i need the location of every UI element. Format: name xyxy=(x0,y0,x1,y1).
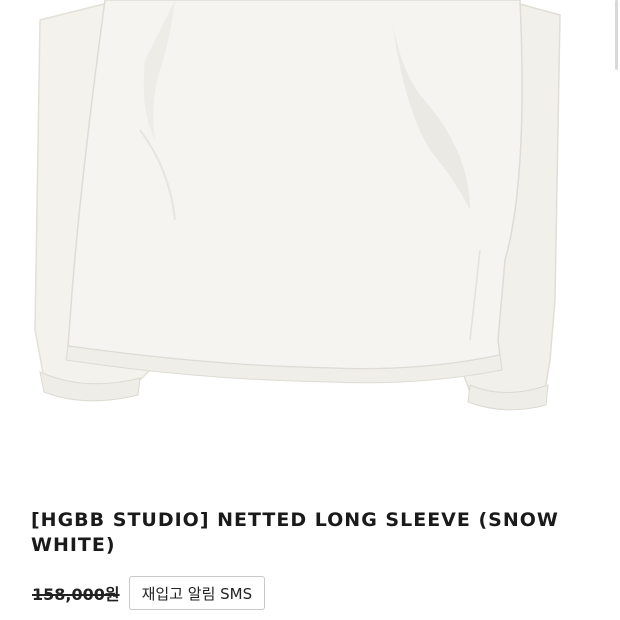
price-row: 158,000원 재입고 알림 SMS xyxy=(32,576,266,610)
product-title: [HGBB STUDIO] NETTED LONG SLEEVE (SNOW W… xyxy=(31,509,559,556)
shirt-illustration xyxy=(34,0,561,411)
restock-sms-button[interactable]: 재입고 알림 SMS xyxy=(128,576,266,610)
scrollbar[interactable] xyxy=(615,0,618,70)
product-price: 158,000원 xyxy=(32,585,120,604)
product-photo xyxy=(0,0,620,460)
